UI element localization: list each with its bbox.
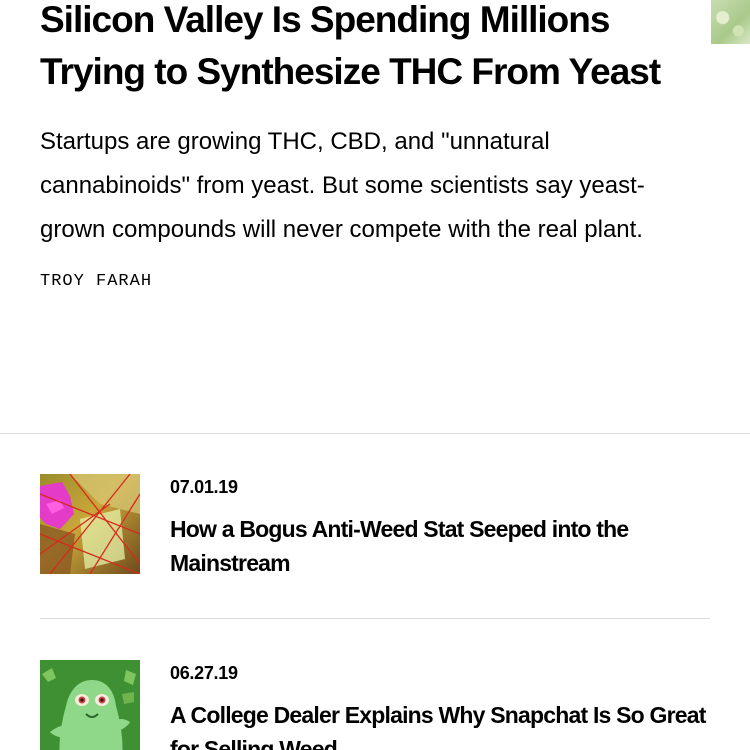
list-item-text: 07.01.19 How a Bogus Anti-Weed Stat Seep… bbox=[170, 474, 715, 580]
article-thumbnail[interactable] bbox=[40, 660, 140, 750]
featured-article-dek: Startups are growing THC, CBD, and "unna… bbox=[40, 128, 645, 243]
snapchat-ghost-icon bbox=[40, 660, 140, 750]
list-item-title[interactable]: How a Bogus Anti-Weed Stat Seeped into t… bbox=[170, 512, 715, 580]
magenta-hand-icon bbox=[40, 474, 140, 574]
list-item-text: 06.27.19 A College Dealer Explains Why S… bbox=[170, 660, 715, 750]
article-list-page: Silicon Valley Is Spending Millions Tryi… bbox=[0, 0, 750, 750]
featured-article-byline[interactable]: TROY FARAH bbox=[40, 272, 680, 291]
featured-article-title[interactable]: Silicon Valley Is Spending Millions Tryi… bbox=[40, 0, 680, 98]
list-item-title[interactable]: A College Dealer Explains Why Snapchat I… bbox=[170, 698, 715, 750]
article-thumbnail[interactable] bbox=[40, 474, 140, 574]
list-divider bbox=[40, 618, 710, 619]
cropped-thumbnail-image[interactable] bbox=[711, 0, 750, 44]
list-item-date: 07.01.19 bbox=[170, 477, 238, 497]
section-divider bbox=[0, 433, 750, 434]
list-item-date: 06.27.19 bbox=[170, 663, 238, 683]
featured-article[interactable]: Silicon Valley Is Spending Millions Tryi… bbox=[40, 0, 680, 291]
